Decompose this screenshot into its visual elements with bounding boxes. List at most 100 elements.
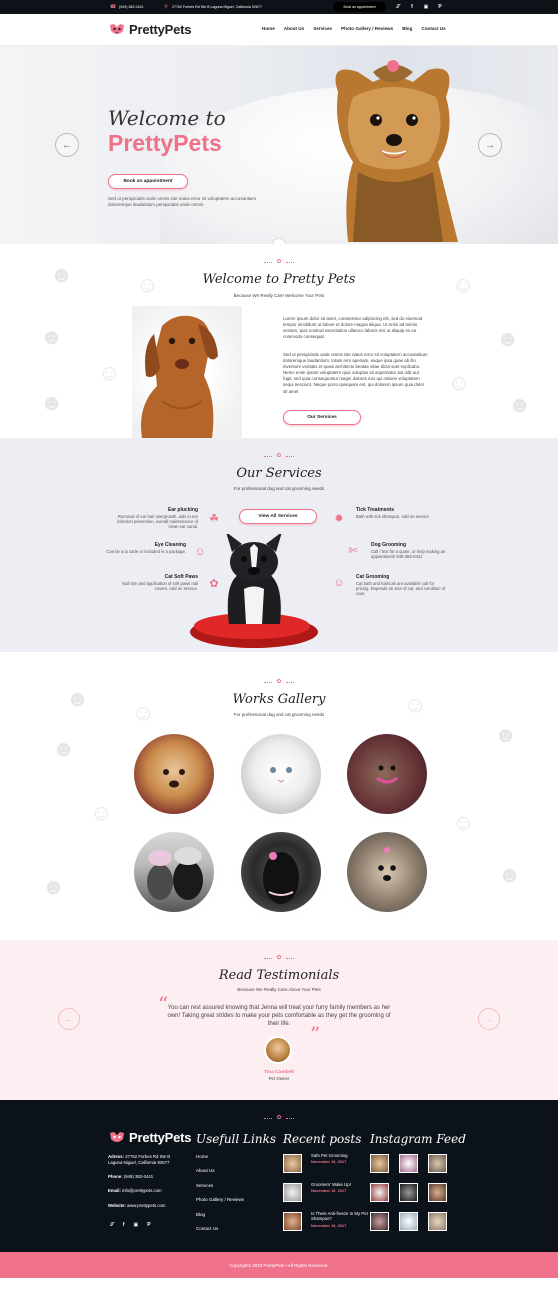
quote-close-icon: ” [310,1022,321,1046]
footer-website[interactable]: Website: www.prettypets.com [108,1203,165,1209]
tick-icon: ✹ [334,512,344,525]
nav-about[interactable]: About Us [284,26,304,31]
bg-dog-icon: ☻ [40,324,64,349]
paw-divider-icon: ✿ [262,954,296,961]
footer-link-about[interactable]: About Us [196,1168,215,1173]
site-header: PrettyPets Home About Us Services Photo … [0,14,558,46]
nav-contact[interactable]: Contact Us [421,26,445,31]
footer-email[interactable]: Email: info@prettypets.com [108,1188,162,1194]
services-subtitle: For professional dog and cat grooming ne… [233,486,325,491]
about-paragraph-1: Lorem ipsum dolor sit amet, consectetur … [283,316,423,340]
nav-gallery[interactable]: Photo Gallery / Reviews [341,26,393,31]
site-logo[interactable]: PrettyPets [108,22,192,37]
footer-email-label: Email: [108,1188,121,1193]
instagram-photo[interactable] [370,1183,389,1202]
footer-social: 𝓣 f ▣ P [110,1222,151,1228]
bg-dog-icon: ☻ [496,326,520,351]
facebook-icon[interactable]: f [123,1222,125,1228]
instagram-icon[interactable]: ▣ [134,1222,139,1228]
footer-link-gallery[interactable]: Photo Gallery / Reviews [196,1197,244,1202]
instagram-photo[interactable] [399,1183,418,1202]
footer-link-services[interactable]: Services [196,1183,213,1188]
footer-website-text: www.prettypets.com [127,1203,166,1208]
service-text: Call / text for a quote, or help making … [371,549,446,559]
footer-email-text: info@prettypets.com [122,1188,162,1193]
gallery-photo-3[interactable] [347,734,427,814]
service-cat-grooming[interactable]: Cat Grooming Cat bath and haircuts are a… [356,574,446,597]
instagram-photo[interactable] [399,1154,418,1173]
footer-logo[interactable]: PrettyPets [108,1130,192,1145]
gallery-photo-4[interactable] [134,832,214,912]
about-title: Welcome to Pretty Pets [202,272,356,287]
twitter-icon[interactable]: 𝓣 [110,1222,114,1228]
gallery-photo-5[interactable] [241,832,321,912]
post-thumbnail[interactable] [283,1154,302,1173]
testimonial-avatar [264,1036,292,1064]
footer-address: Adress: 27762 Forbes Rd Ste B Laguna Nig… [108,1154,184,1165]
instagram-photo[interactable] [370,1154,389,1173]
service-text: Removal of ear hair overgrowth, aids in … [117,514,198,529]
instagram-photo[interactable] [428,1183,447,1202]
testimonials-title: Read Testimonials [218,968,340,983]
paw-divider-icon: ✿ [262,452,296,459]
nav-services[interactable]: Services [313,26,332,31]
hero-welcome: Welcome to [108,106,226,130]
service-tick-treatments[interactable]: Tick Treatments Bath with tick shampoo. … [356,507,446,520]
hero-book-button[interactable]: Book an appointment [108,174,188,189]
hero-prev-arrow[interactable]: ← [55,133,79,157]
view-all-services-button[interactable]: View All Services [239,509,317,524]
hero-next-arrow[interactable]: → [478,133,502,157]
service-ear-plucking[interactable]: Ear plucking Removal of ear hair overgro… [108,508,198,530]
instagram-photo[interactable] [428,1212,447,1231]
footer-phone[interactable]: Phone: (949) 382-0441 [108,1174,153,1180]
testimonial-quote: You can rest assured knowing that Jenna … [167,1005,391,1028]
gallery-cat-2 [270,767,292,783]
vizsla-photo [141,315,218,438]
bg-dog-icon: ☻ [40,390,64,415]
service-title: Tick Treatments [356,507,394,513]
services-title: Our Services [236,466,322,481]
service-title: Cat Grooming [356,574,390,580]
service-text: Cat bath and haircuts are available call… [356,581,446,596]
topbar-phone[interactable]: ☎ (949) 382-0441 [110,4,144,10]
gallery-photo-6[interactable] [347,832,427,912]
instagram-photo[interactable] [370,1212,389,1231]
our-services-button[interactable]: Our Services [283,410,361,425]
pinterest-icon[interactable]: P [436,3,444,11]
topbar-book-button[interactable]: Book an appointment [333,2,386,12]
dog-ear-icon: ☘ [209,512,219,525]
post-title[interactable]: Is There Anti-freeze In My Pet Shampoo? [311,1211,371,1221]
paw-divider-icon: ✿ [262,678,296,685]
service-eye-cleaning[interactable]: Eye Cleaning Can be a la carte or includ… [96,543,186,555]
instagram-icon[interactable]: ▣ [422,3,430,11]
testimonial-next-arrow[interactable]: → [478,1008,500,1030]
post-title[interactable]: Groomers' Wake Up! [311,1182,371,1187]
footer-link-blog[interactable]: Blog [196,1212,205,1217]
instagram-photo[interactable] [428,1154,447,1173]
post-thumbnail[interactable] [283,1212,302,1231]
nav-home[interactable]: Home [262,26,275,31]
gallery-yorkie-6 [378,847,396,881]
gallery-photo-2[interactable] [241,734,321,814]
post-title[interactable]: Safe Pet Grooming [311,1153,371,1158]
nav-blog[interactable]: Blog [402,26,412,31]
pinterest-icon[interactable]: P [147,1222,150,1228]
bg-dog-icon: ☻ [494,722,518,747]
cat-grooming-icon: ☺ [333,577,345,589]
footer-link-contact[interactable]: Contact Us [196,1226,218,1231]
service-title: Dog Grooming [371,542,406,548]
testimonial-author: Tina Cambell [264,1070,294,1075]
location-pin-icon: ⚲ [164,4,168,10]
testimonial-prev-arrow[interactable]: ← [58,1008,80,1030]
service-text: Bath with tick shampoo. Add on service [356,514,429,519]
twitter-icon[interactable]: 𝓣 [394,3,402,11]
post-thumbnail[interactable] [283,1183,302,1202]
footer-link-home[interactable]: Home [196,1154,208,1159]
yorkie-photo [335,60,458,242]
topbar-social: 𝓣 f ▣ P [394,3,444,11]
service-dog-grooming[interactable]: Dog Grooming Call / text for a quote, or… [371,542,461,560]
gallery-photo-1[interactable] [134,734,214,814]
instagram-photo[interactable] [399,1212,418,1231]
facebook-icon[interactable]: f [408,3,416,11]
bg-dog-icon: ☻ [508,392,532,417]
